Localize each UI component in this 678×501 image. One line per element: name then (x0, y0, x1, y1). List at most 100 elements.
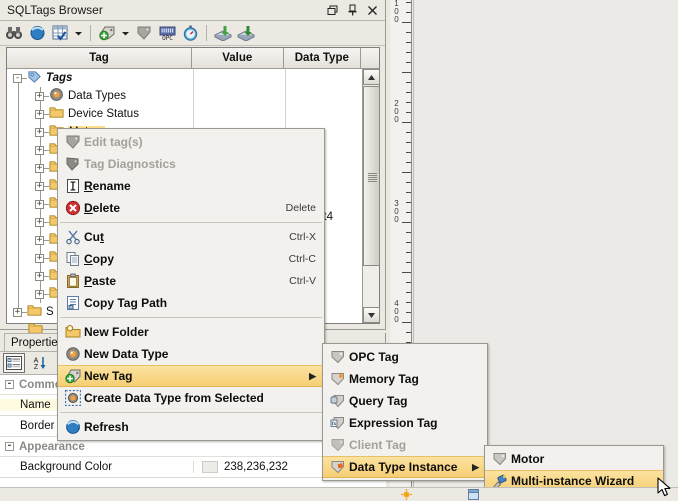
new-datatype-icon (62, 346, 84, 362)
menu-item-edit-tag-s: Edit tag(s) (58, 131, 324, 153)
menu-item-new-folder[interactable]: New Folder (58, 321, 324, 343)
restore-button[interactable] (322, 2, 342, 19)
rename-icon (62, 178, 84, 194)
expand-icon[interactable]: + (35, 289, 44, 299)
tree-node-label: Device Status (68, 108, 139, 120)
taskbar-item-welcome[interactable] (396, 488, 421, 501)
menu-item-new-tag[interactable]: New Tag ▶ (58, 365, 324, 387)
column-header-tag[interactable]: Tag (7, 48, 192, 69)
toolbar-separator-2 (206, 25, 207, 41)
new-folder-icon (62, 324, 84, 340)
datatype-folder-icon (49, 87, 64, 105)
folder-icon (27, 303, 42, 321)
ruler-tick (406, 132, 411, 133)
ruler-tick (406, 292, 411, 293)
binoculars-icon[interactable] (3, 23, 25, 44)
ruler-tick (406, 2, 411, 3)
column-header-value[interactable]: Value (192, 48, 284, 69)
new-tag-submenu[interactable]: OPC Tag Memory Tag Query Tag fx Expression T… (322, 343, 488, 481)
grid-check-icon[interactable] (49, 23, 71, 44)
new-tag-icon[interactable] (96, 23, 118, 44)
menu-item-memory-tag[interactable]: Memory Tag (323, 368, 487, 390)
menu-item-label: Copy Tag Path (84, 296, 168, 310)
menu-item-rename[interactable]: Rename (58, 175, 324, 197)
opc-icon[interactable]: OPC (156, 23, 178, 44)
expand-icon[interactable]: + (35, 145, 44, 155)
menu-item-copy[interactable]: Copy Ctrl-C (58, 248, 324, 270)
expand-icon[interactable]: + (35, 217, 44, 227)
expand-icon[interactable]: + (35, 163, 44, 173)
sort-az-icon[interactable]: AZ (28, 353, 50, 373)
menu-item-label: New Folder (84, 325, 149, 339)
window-title: SQLTags Browser (7, 3, 103, 17)
chevron-right-icon: ▶ (472, 461, 479, 472)
menu-item-refresh[interactable]: Refresh (58, 416, 324, 438)
collapse-icon[interactable]: - (5, 380, 14, 389)
expand-icon[interactable]: + (35, 271, 44, 281)
menu-item-cut[interactable]: Cut Ctrl-X (58, 226, 324, 248)
menu-separator (60, 317, 322, 318)
expand-icon[interactable]: + (35, 127, 44, 137)
expand-icon[interactable]: + (35, 235, 44, 245)
menu-item-new-data-type[interactable]: New Data Type (58, 343, 324, 365)
menu-item-create-data-type-from-selected[interactable]: Create Data Type from Selected (58, 387, 324, 409)
menu-item-accelerator: Ctrl-C (288, 253, 316, 265)
menu-item-paste[interactable]: Paste Ctrl-V (58, 270, 324, 292)
pin-button[interactable] (342, 2, 362, 19)
gray-tag-icon (62, 134, 84, 150)
menu-item-label: Multi-instance Wizard (511, 474, 635, 488)
collapse-icon[interactable]: - (5, 442, 14, 451)
svg-text:OPC: OPC (162, 35, 173, 41)
expand-icon[interactable]: + (35, 199, 44, 209)
expand-icon[interactable]: + (35, 91, 44, 101)
menu-separator (60, 222, 322, 223)
expand-icon[interactable]: + (35, 109, 44, 119)
expand-icon[interactable]: + (35, 253, 44, 263)
menu-item-label: Motor (511, 452, 545, 466)
menu-item-opc-tag[interactable]: OPC Tag (323, 346, 487, 368)
ruler-tick (406, 92, 411, 93)
stopwatch-icon[interactable] (179, 23, 201, 44)
menu-item-delete[interactable]: Delete Delete (58, 197, 324, 219)
import-icon[interactable] (212, 23, 234, 44)
menu-item-expression-tag[interactable]: fx Expression Tag (323, 412, 487, 434)
refresh-icon (62, 419, 84, 435)
ruler-tick (406, 202, 411, 203)
close-button[interactable] (362, 2, 382, 19)
categorize-icon[interactable]: + + (3, 352, 25, 373)
refresh-icon[interactable] (26, 23, 48, 44)
scroll-thumb[interactable] (363, 86, 380, 266)
menu-item-query-tag[interactable]: Query Tag (323, 390, 487, 412)
menu-item-label: Expression Tag (349, 416, 438, 430)
toolbar-separator (90, 25, 91, 41)
menu-item-data-type-instance[interactable]: Data Type Instance ▶ (323, 456, 487, 478)
tree-node[interactable]: - Tags (7, 69, 379, 87)
scroll-up-button[interactable] (363, 69, 380, 85)
taskbar-item-main-window[interactable] (463, 488, 488, 501)
collapse-icon[interactable]: - (13, 73, 22, 83)
ruler-tick (402, 172, 411, 173)
mouse-cursor (657, 477, 673, 501)
menu-item-motor[interactable]: Motor (485, 448, 663, 470)
copy-icon (62, 251, 84, 267)
tag-context-menu[interactable]: Edit tag(s) Tag Diagnostics Rename Delete De… (57, 128, 325, 441)
chevron-down-icon-2[interactable] (119, 23, 132, 44)
tree-node[interactable]: + Data Types (7, 87, 379, 105)
column-header-datatype[interactable]: Data Type (283, 48, 362, 69)
ruler-label: 400 (394, 299, 399, 324)
expand-icon[interactable]: + (13, 307, 22, 317)
scroll-down-button[interactable] (363, 307, 380, 323)
tag-table-scrollbar[interactable] (362, 69, 380, 323)
tag-instance-icon (327, 459, 349, 475)
export-icon[interactable] (235, 23, 257, 44)
tag-db-icon (327, 393, 349, 409)
menu-item-copy-tag-path[interactable]: Copy Tag Path (58, 292, 324, 314)
window-titlebar[interactable]: SQLTags Browser (0, 0, 385, 21)
chevron-down-icon[interactable] (72, 23, 85, 44)
expand-icon[interactable]: + (35, 181, 44, 191)
scroll-grip-icon (368, 173, 377, 182)
tree-node[interactable]: + Device Status (7, 105, 379, 123)
svg-text:Z: Z (34, 364, 39, 370)
properties-tab-label: Properties (11, 336, 64, 349)
ruler-tick (406, 232, 411, 233)
